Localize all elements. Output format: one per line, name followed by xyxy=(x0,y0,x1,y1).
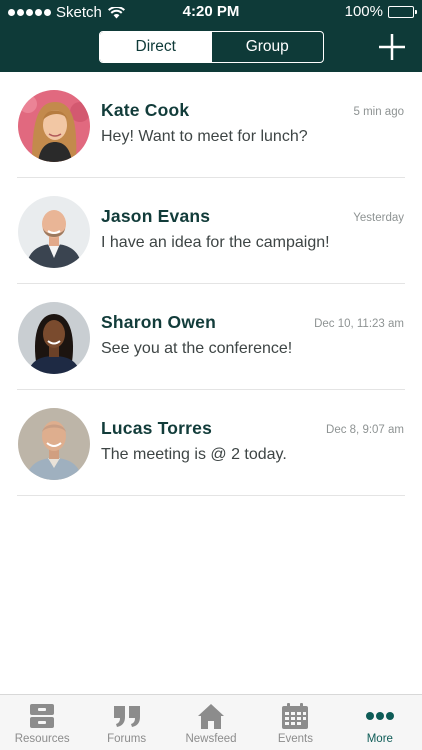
message-timestamp: Dec 8, 9:07 am xyxy=(326,424,404,436)
tab-forums[interactable]: Forums xyxy=(84,695,168,750)
message-row[interactable]: Sharon Owen See you at the conference! D… xyxy=(0,284,422,390)
battery-status: 100% xyxy=(344,3,417,20)
status-bar: Sketch 4:20 PM 100% xyxy=(0,0,422,24)
tab-newsfeed[interactable]: Newsfeed xyxy=(169,695,253,750)
battery-icon xyxy=(388,5,417,18)
conversation-type-switch: Direct Group xyxy=(99,31,324,63)
segment-direct[interactable]: Direct xyxy=(100,32,212,62)
home-icon xyxy=(198,704,225,729)
avatar xyxy=(18,90,90,162)
message-timestamp: 5 min ago xyxy=(353,106,404,118)
avatar xyxy=(18,302,90,374)
message-row[interactable]: Lucas Torres The meeting is @ 2 today. D… xyxy=(0,390,422,496)
quote-icon xyxy=(113,706,140,727)
tab-label: Events xyxy=(277,733,313,745)
header: Sketch 4:20 PM 100% Direct Group xyxy=(0,0,422,72)
contact-name: Sharon Owen xyxy=(101,312,216,332)
more-dots-icon xyxy=(365,712,394,720)
tab-label: Resources xyxy=(14,733,70,745)
segment-group[interactable]: Group xyxy=(212,32,324,62)
message-preview: The meeting is @ 2 today. xyxy=(101,446,287,463)
tab-label: Forums xyxy=(107,733,147,745)
tab-more[interactable]: More xyxy=(338,695,422,750)
message-list: Kate Cook Hey! Want to meet for lunch? 5… xyxy=(0,72,422,496)
tab-label: More xyxy=(366,733,393,745)
archive-box-icon xyxy=(30,704,55,728)
battery-percent: 100% xyxy=(344,3,383,20)
add-icon[interactable] xyxy=(378,33,406,61)
tab-label: Newsfeed xyxy=(185,733,237,745)
avatar xyxy=(18,408,90,480)
message-timestamp: Dec 10, 11:23 am xyxy=(314,318,404,330)
message-preview: Hey! Want to meet for lunch? xyxy=(101,128,308,145)
contact-name: Kate Cook xyxy=(101,100,190,120)
calendar-icon xyxy=(282,703,309,729)
tab-resources[interactable]: Resources xyxy=(0,695,84,750)
contact-name: Lucas Torres xyxy=(101,418,213,438)
avatar xyxy=(18,196,90,268)
message-timestamp: Yesterday xyxy=(353,212,404,224)
message-preview: I have an idea for the campaign! xyxy=(101,234,330,251)
message-row[interactable]: Kate Cook Hey! Want to meet for lunch? 5… xyxy=(0,72,422,178)
row-divider xyxy=(17,495,405,496)
tab-bar: Resources Forums Newsfeed Events More xyxy=(0,694,422,750)
tab-events[interactable]: Events xyxy=(253,695,337,750)
contact-name: Jason Evans xyxy=(101,206,211,226)
message-preview: See you at the conference! xyxy=(101,340,293,357)
message-row[interactable]: Jason Evans I have an idea for the campa… xyxy=(0,178,422,284)
